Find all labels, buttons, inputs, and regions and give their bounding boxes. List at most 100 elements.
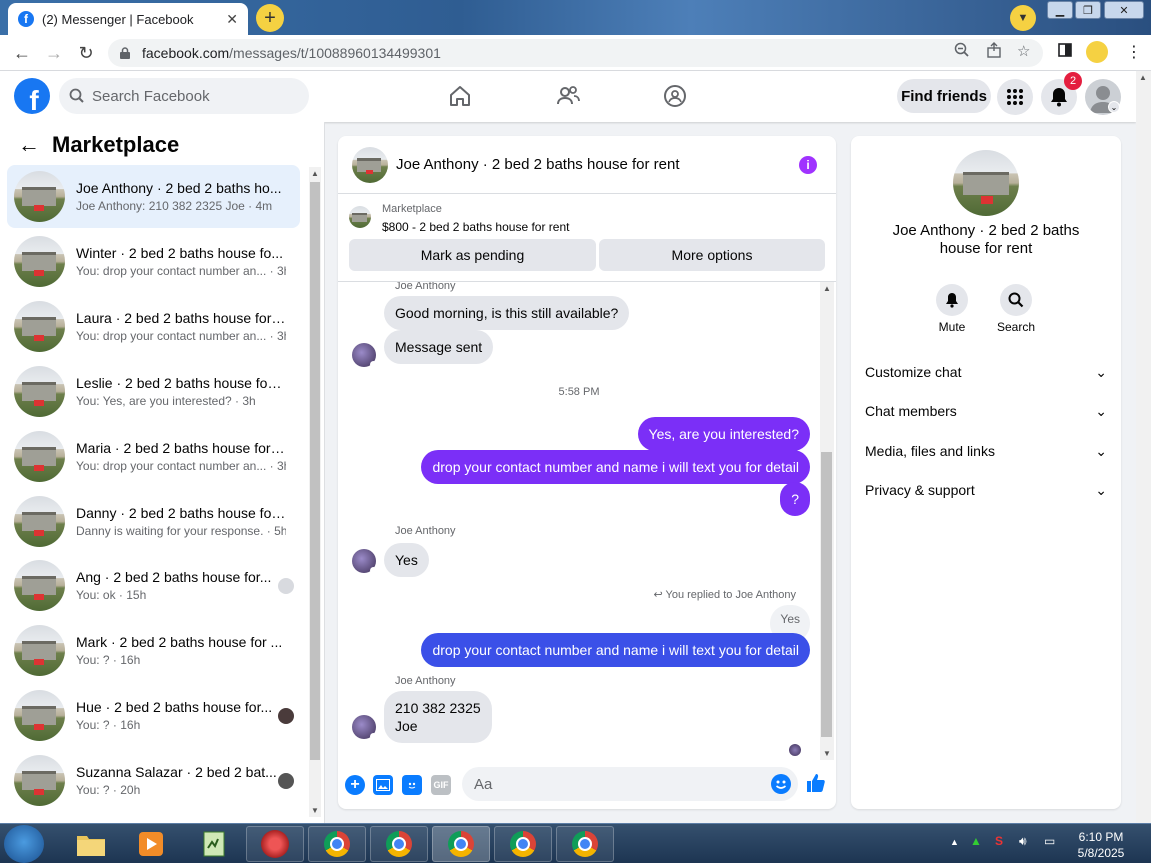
account-chevron-icon[interactable]: ⌄ <box>1108 101 1120 113</box>
volume-icon[interactable]: 🔊︎ <box>1019 834 1027 849</box>
start-button[interactable] <box>4 825 44 863</box>
kebab-menu-icon[interactable]: ⋮ <box>1126 42 1142 62</box>
listing-thumbnail <box>14 236 65 287</box>
conversation-item[interactable]: Joe Anthony · 2 bed 2 baths ho... Joe Ant… <box>7 165 300 228</box>
facebook-search-input[interactable]: Search Facebook <box>59 78 309 114</box>
sidebar-scroll-thumb[interactable] <box>310 182 320 760</box>
mark-as-pending-button[interactable]: Mark as pending <box>349 239 596 271</box>
close-tab-icon[interactable]: ✕ <box>226 11 238 28</box>
conversation-item[interactable]: Ang · 2 bed 2 baths house for... You: ok … <box>7 554 300 617</box>
gif-icon[interactable]: GIF <box>431 775 451 795</box>
bookmark-star-icon[interactable]: ☆ <box>1017 42 1030 60</box>
facebook-logo[interactable]: f <box>14 78 50 114</box>
outgoing-message[interactable]: drop your contact number and name i will… <box>421 450 810 484</box>
taskbar-clock[interactable]: 6:10 PM 5/8/2025 <box>1075 829 1127 861</box>
reload-icon[interactable]: ↻ <box>74 41 98 65</box>
thumbs-up-icon[interactable] <box>806 773 826 796</box>
conversation-item[interactable]: Maria · 2 bed 2 baths house for ... You: … <box>7 425 300 488</box>
browser-tab[interactable]: f (2) Messenger | Facebook ✕ <box>8 3 248 35</box>
tray-app-icon[interactable]: ▲ <box>970 834 982 848</box>
conversation-item[interactable]: Winter · 2 bed 2 baths house fo... You: d… <box>7 230 300 293</box>
restore-button[interactable]: ❐ <box>1075 1 1101 19</box>
contact-avatar <box>352 715 377 740</box>
conversation-item[interactable]: Hue · 2 bed 2 baths house for... You: ? ·… <box>7 684 300 747</box>
chat-scroll-thumb[interactable] <box>821 452 832 737</box>
share-icon[interactable] <box>986 42 1002 61</box>
chat-members-row[interactable]: Chat members ⌄ <box>865 399 1107 423</box>
chrome-window-icon[interactable] <box>432 826 490 862</box>
contact-avatar <box>352 343 377 368</box>
message-line: Joe <box>395 718 418 734</box>
conversation-item[interactable]: Mark · 2 bed 2 baths house for ... You: ?… <box>7 619 300 682</box>
close-window-button[interactable]: ✕ <box>1104 1 1144 19</box>
mute-label: Mute <box>938 320 966 334</box>
customize-chat-row[interactable]: Customize chat ⌄ <box>865 360 1107 384</box>
incoming-message[interactable]: Good morning, is this still available? <box>384 296 630 330</box>
chrome-window-icon[interactable] <box>556 826 614 862</box>
conversation-item[interactable]: Suzanna Salazar · 2 bed 2 bat... You: ? ·… <box>7 749 300 812</box>
facebook-favicon-icon: f <box>18 11 34 27</box>
conversation-item[interactable]: Leslie · 2 bed 2 baths house for ... You:… <box>7 360 300 423</box>
media-player-icon[interactable] <box>122 826 180 862</box>
conversation-preview: You: drop your contact number an... · 3h <box>76 329 286 343</box>
menu-grid-icon[interactable] <box>997 79 1033 115</box>
outgoing-message[interactable]: ? <box>780 482 810 516</box>
notepad-icon[interactable] <box>186 826 244 862</box>
network-icon[interactable]: ▭ <box>1044 834 1055 848</box>
reply-indicator: ↩ You replied to Joe Anthony <box>653 588 796 601</box>
photo-icon[interactable] <box>373 775 393 795</box>
address-bar[interactable]: facebook.com/messages/t/1008896013449930… <box>108 39 1043 67</box>
emoji-icon[interactable] <box>771 774 791 794</box>
media-files-links-row[interactable]: Media, files and links ⌄ <box>865 439 1107 463</box>
back-arrow-icon[interactable]: ← <box>18 132 40 158</box>
sidebar-scrollbar[interactable]: ▲ ▼ <box>309 167 321 817</box>
file-explorer-icon[interactable] <box>62 826 120 862</box>
tray-app-icon[interactable]: S <box>995 834 1003 848</box>
chrome-window-icon[interactable] <box>370 826 428 862</box>
outgoing-message[interactable]: Yes, are you interested? <box>637 417 810 451</box>
incoming-message[interactable]: Yes <box>384 543 429 577</box>
listing-thumbnail[interactable] <box>352 146 388 183</box>
zoom-icon[interactable] <box>954 42 970 61</box>
page-scrollbar[interactable]: ▲ <box>1136 71 1151 823</box>
seen-avatar-icon <box>278 578 294 594</box>
conversation-item[interactable]: Laura · 2 bed 2 baths house for ... You: … <box>7 295 300 358</box>
plus-icon[interactable]: + <box>345 775 365 795</box>
conversation-name: Suzanna Salazar · 2 bed 2 bat... <box>76 764 277 780</box>
chrome-window-icon[interactable] <box>308 826 366 862</box>
side-panel-icon[interactable] <box>1058 43 1072 60</box>
conversation-item[interactable]: Danny · 2 bed 2 baths house for... Danny … <box>7 490 300 553</box>
info-icon[interactable]: i <box>799 156 817 174</box>
chrome-window-icon[interactable] <box>494 826 552 862</box>
chat-title[interactable]: Joe Anthony · 2 bed 2 baths house for re… <box>396 156 680 173</box>
incoming-message[interactable]: 210 382 2325 Joe <box>384 691 492 743</box>
contact-avatar <box>352 549 377 574</box>
friends-icon[interactable] <box>555 83 581 109</box>
message-timestamp: 5:58 PM <box>558 386 600 398</box>
back-arrow-icon[interactable]: ← <box>10 41 34 65</box>
new-tab-button[interactable]: + <box>256 4 284 32</box>
outgoing-message[interactable]: drop your contact number and name i will… <box>421 633 810 667</box>
taskbar-app-icon[interactable] <box>246 826 304 862</box>
chat-scrollbar[interactable]: ▲ ▼ <box>820 282 834 760</box>
profile-avatar[interactable] <box>1086 41 1108 63</box>
chevron-down-icon: ⌄ <box>1095 481 1107 498</box>
forward-arrow-icon[interactable]: → <box>42 41 66 65</box>
privacy-support-row[interactable]: Privacy & support ⌄ <box>865 478 1107 502</box>
marketplace-header: ← Marketplace <box>18 132 179 158</box>
mute-bell-icon[interactable] <box>936 284 968 316</box>
find-friends-button[interactable]: Find friends <box>897 79 991 113</box>
more-options-button[interactable]: More options <box>599 239 825 271</box>
search-icon[interactable] <box>1000 284 1032 316</box>
facebook-header: f Search Facebook Find friends 2 ⌄ <box>0 71 1136 122</box>
listing-thumbnail[interactable] <box>953 150 1019 216</box>
tray-expand-icon[interactable]: ▲ <box>950 837 959 847</box>
groups-icon[interactable] <box>662 83 688 109</box>
tab-search-button[interactable]: ▼ <box>1010 5 1036 31</box>
sticker-icon[interactable] <box>402 775 422 795</box>
incoming-message[interactable]: Message sent <box>384 330 494 364</box>
minimize-button[interactable]: ▁ <box>1047 1 1073 19</box>
listing-title[interactable]: $800 - 2 bed 2 baths house for rent <box>382 220 569 234</box>
message-input[interactable]: Aa <box>462 767 798 801</box>
home-icon[interactable] <box>447 83 473 109</box>
